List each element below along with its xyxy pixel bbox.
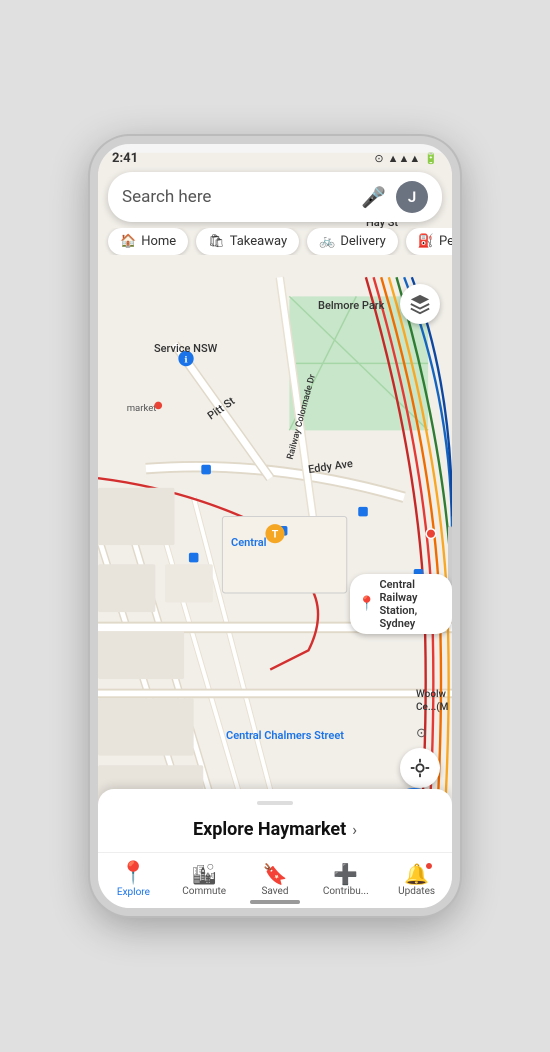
nav-item-commute[interactable]: 🏙 Commute: [169, 860, 240, 901]
pin-icon: 📍: [358, 596, 375, 612]
wifi-icon: 🔋: [424, 152, 438, 165]
map-label-central: Central: [231, 536, 267, 549]
map-label-chalmers: Central Chalmers Street: [226, 729, 344, 742]
chip-takeaway-label: Takeaway: [230, 234, 287, 249]
map-label-central-m: Ce...(M: [416, 702, 448, 713]
search-bar[interactable]: Search here 🎤 J: [108, 172, 442, 222]
signal-icon: ▲▲▲: [388, 152, 421, 165]
chip-home-label: Home: [141, 234, 176, 249]
delivery-chip-icon: 🚲: [319, 234, 335, 249]
layers-icon: [409, 293, 431, 315]
map-label-belmore-park: Belmore Park: [318, 299, 384, 312]
explore-row[interactable]: Explore Haymarket ›: [98, 815, 452, 844]
chip-delivery[interactable]: 🚲 Delivery: [307, 228, 398, 255]
petrol-chip-icon: ⛽: [418, 234, 434, 249]
nav-item-saved[interactable]: 🔖 Saved: [240, 860, 311, 901]
contribute-nav-icon: ➕: [333, 864, 358, 884]
microphone-icon[interactable]: 🎤: [361, 185, 386, 209]
map-area[interactable]: T ℹ market Belmore Park Service NSW Pitt…: [98, 144, 452, 908]
updates-nav-icon: 🔔: [404, 864, 429, 884]
commute-nav-label: Commute: [182, 886, 226, 897]
explore-nav-label: Explore: [117, 887, 150, 898]
circle-status-icon: ⊙: [374, 152, 383, 165]
my-location-button[interactable]: [400, 748, 440, 788]
bottom-sheet[interactable]: Explore Haymarket ›: [98, 789, 452, 852]
sheet-handle: [257, 801, 293, 805]
status-time: 2:41: [112, 151, 138, 166]
chip-delivery-label: Delivery: [340, 234, 386, 249]
phone-frame: 2:41 ⊙ ▲▲▲ 🔋: [90, 136, 460, 916]
saved-nav-label: Saved: [261, 886, 288, 897]
chalmers-dot: ⊙: [416, 726, 427, 741]
commute-nav-icon: 🏙: [192, 864, 217, 884]
updates-badge: [425, 862, 433, 870]
user-avatar[interactable]: J: [396, 181, 428, 213]
search-placeholder[interactable]: Search here: [122, 187, 361, 207]
nav-item-contribute[interactable]: ➕ Contribu...: [310, 860, 381, 901]
chip-petrol[interactable]: ⛽ Pe: [406, 228, 452, 255]
takeaway-chip-icon: 🛍: [208, 234, 225, 249]
map-layers-button[interactable]: [400, 284, 440, 324]
chip-petrol-label: Pe: [439, 234, 452, 249]
status-icons: ⊙ ▲▲▲ 🔋: [374, 152, 438, 165]
nav-item-updates[interactable]: 🔔 Updates: [381, 860, 452, 901]
updates-nav-label: Updates: [398, 886, 435, 897]
pin-label-line1: Central Railway: [379, 578, 444, 604]
pin-label-line2: Station, Sydney: [379, 604, 444, 630]
explore-nav-icon: 📍: [120, 863, 147, 885]
saved-nav-icon: 🔖: [263, 864, 288, 884]
status-bar: 2:41 ⊙ ▲▲▲ 🔋: [98, 144, 452, 172]
map-label-woolw: Woolw: [416, 689, 446, 700]
location-icon: [409, 757, 431, 779]
nav-item-explore[interactable]: 📍 Explore: [98, 859, 169, 902]
chip-home[interactable]: 🏠 Home: [108, 228, 188, 255]
side-scroll: [448, 526, 452, 586]
filter-chips: 🏠 Home 🛍 Takeaway 🚲 Delivery ⛽ Pe: [98, 228, 452, 255]
svg-text:market: market: [127, 403, 157, 414]
home-indicator: [250, 900, 300, 904]
map-label-service-nsw: Service NSW: [154, 342, 217, 355]
central-railway-pin[interactable]: 📍 Central Railway Station, Sydney: [350, 574, 452, 634]
explore-title: Explore Haymarket: [193, 819, 346, 840]
chip-takeaway[interactable]: 🛍 Takeaway: [196, 228, 299, 255]
contribute-nav-label: Contribu...: [323, 886, 369, 897]
explore-chevron-icon[interactable]: ›: [352, 820, 357, 839]
svg-text:T: T: [272, 527, 279, 540]
home-chip-icon: 🏠: [120, 234, 136, 249]
